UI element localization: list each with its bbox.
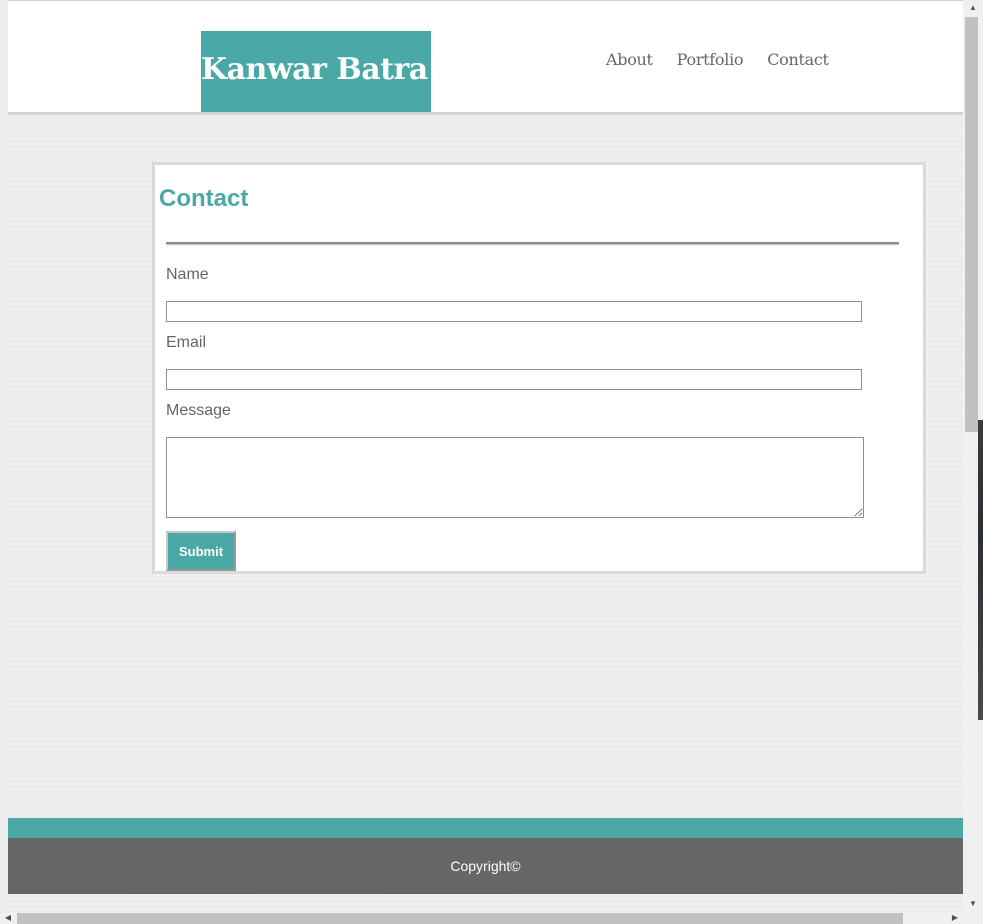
nav-link-portfolio[interactable]: Portfolio (677, 50, 744, 69)
title-divider (166, 242, 899, 244)
email-label: Email (166, 334, 207, 351)
horizontal-scroll-thumb[interactable] (17, 913, 903, 924)
message-label: Message (166, 402, 231, 419)
copyright-text: Copyright© (450, 858, 521, 874)
contact-title: Contact (159, 185, 249, 212)
name-field[interactable] (166, 301, 862, 322)
message-textarea[interactable] (166, 437, 864, 518)
site-footer: Copyright© (8, 838, 963, 894)
site-logo[interactable]: Kanwar Batra (201, 31, 431, 112)
name-label: Name (166, 266, 209, 283)
submit-button[interactable]: Submit (166, 531, 236, 571)
nav-link-contact[interactable]: Contact (767, 50, 829, 69)
vertical-scroll-thumb[interactable] (965, 17, 978, 432)
window-edge-strip (978, 420, 983, 720)
scroll-up-arrow-icon[interactable]: ▲ (963, 0, 983, 16)
main-nav: About Portfolio Contact (606, 50, 829, 69)
scroll-right-arrow-icon[interactable]: ▶ (947, 912, 963, 924)
site-header: Kanwar Batra About Portfolio Contact (8, 0, 963, 115)
email-field[interactable] (166, 369, 862, 390)
horizontal-scrollbar[interactable]: ◀ ▶ (0, 912, 983, 924)
nav-link-about[interactable]: About (606, 50, 653, 69)
contact-card: Contact Name Email Message Submit (152, 162, 926, 574)
footer-accent-band (8, 818, 963, 838)
scroll-left-arrow-icon[interactable]: ◀ (0, 912, 16, 924)
scroll-down-arrow-icon[interactable]: ▼ (963, 896, 983, 912)
